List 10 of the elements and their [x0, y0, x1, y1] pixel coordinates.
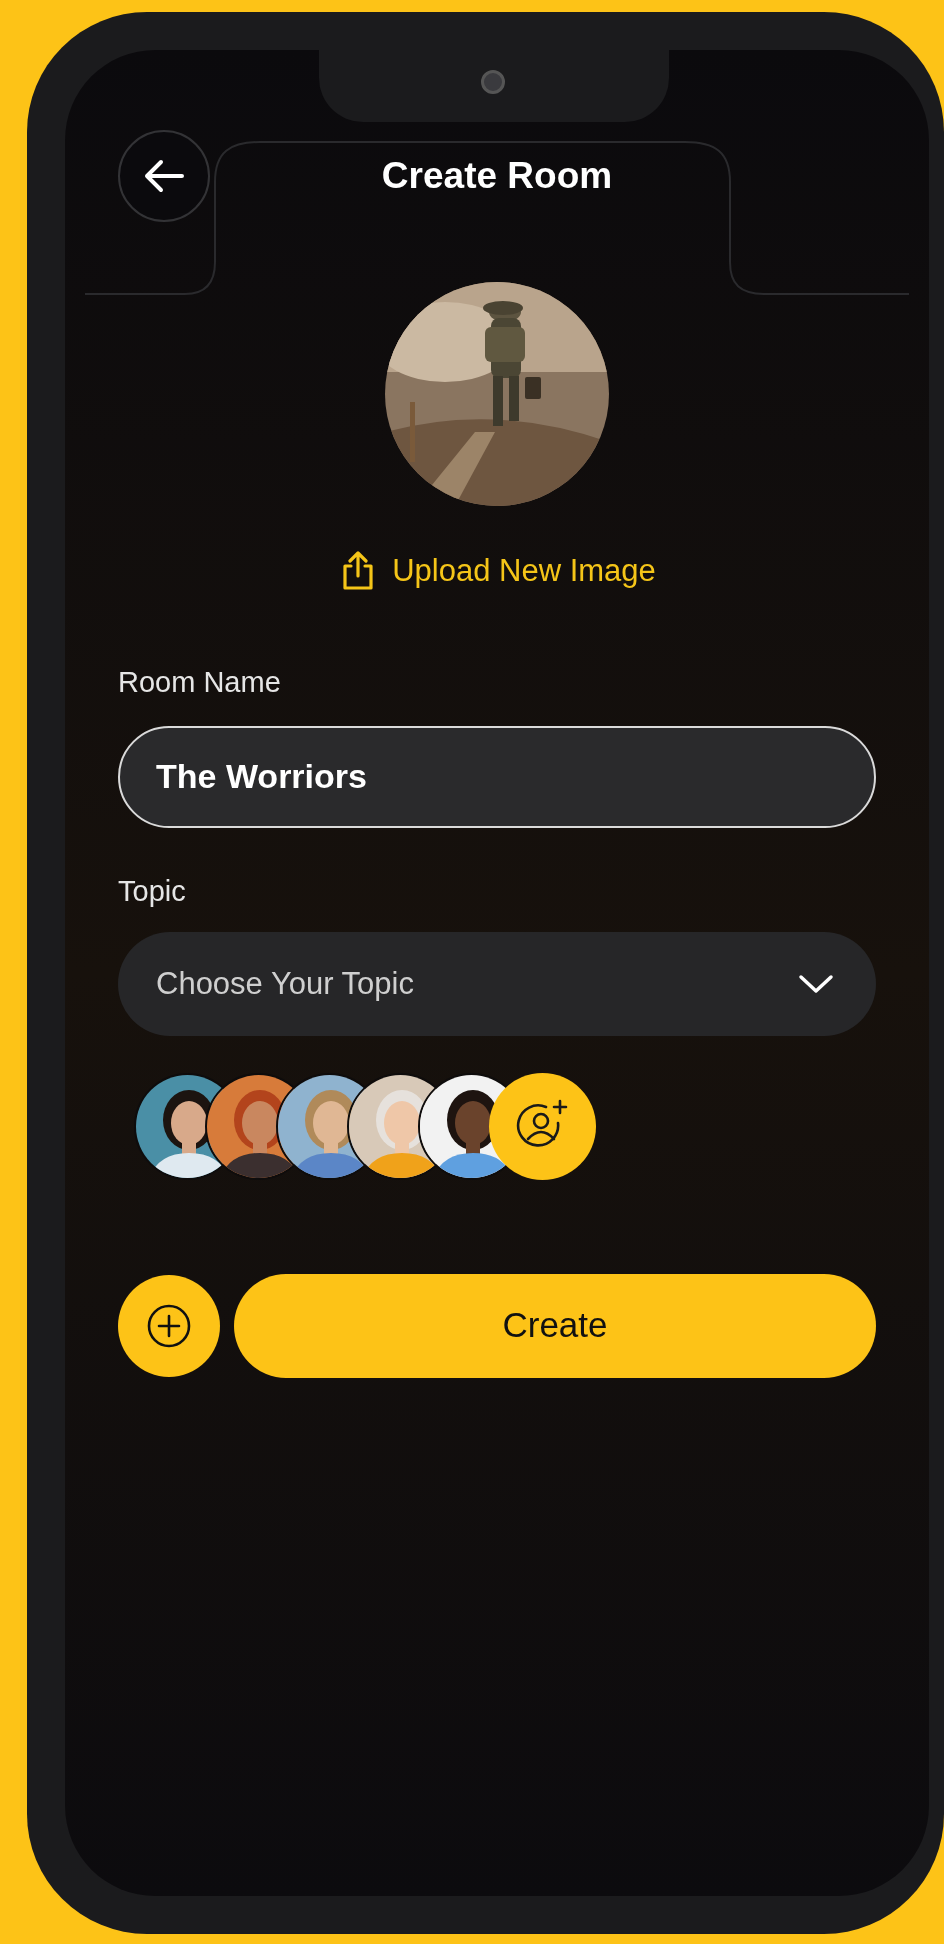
create-button[interactable]: Create: [234, 1273, 876, 1378]
room-name-field[interactable]: The Worriors: [118, 725, 876, 828]
screen-title: Create Room: [381, 154, 613, 199]
back-arrow-icon: [144, 159, 184, 193]
upload-image-link[interactable]: Upload New Image: [338, 548, 656, 595]
topic-dropdown[interactable]: Choose Your Topic: [118, 931, 876, 1036]
plus-circle-icon: [147, 1303, 191, 1348]
field-label: Topic: [118, 873, 187, 908]
field-label: Room Name: [118, 664, 282, 699]
chevron-down-icon: [798, 973, 834, 994]
